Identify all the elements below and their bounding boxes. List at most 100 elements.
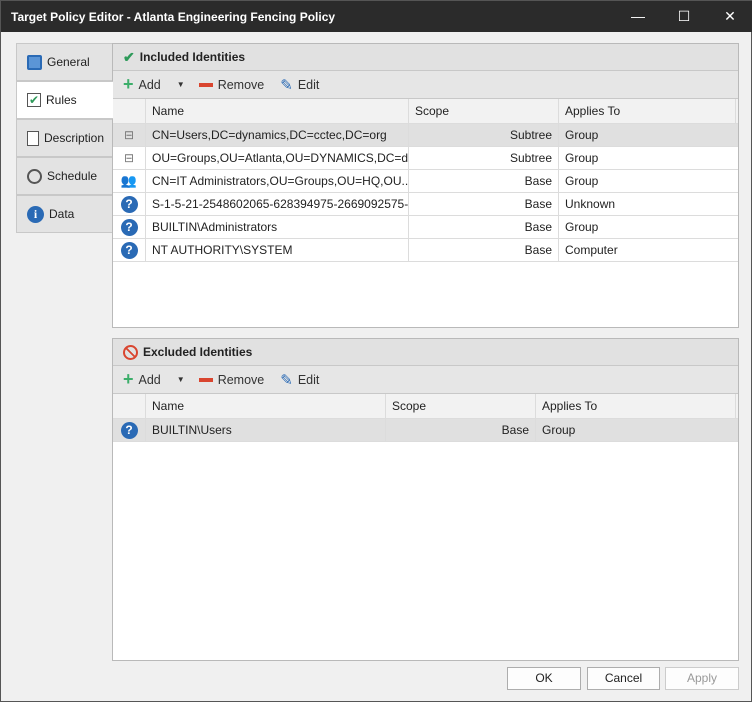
plus-icon: + <box>123 74 134 94</box>
tab-rules[interactable]: ✔ Rules <box>16 81 113 119</box>
scope-cell: Base <box>409 170 559 192</box>
column-header[interactable]: Name <box>146 99 409 123</box>
grid-header: Name Scope Applies To <box>113 394 738 419</box>
name-cell: CN=Users,DC=dynamics,DC=cctec,DC=org <box>146 124 409 146</box>
maximize-button[interactable]: ☐ <box>661 1 707 32</box>
column-header[interactable]: Scope <box>409 99 559 123</box>
plus-icon: + <box>123 369 134 389</box>
table-row[interactable]: ⊟ CN=Users,DC=dynamics,DC=cctec,DC=org S… <box>113 124 738 147</box>
included-identities-panel: ✔ Included Identities + Add ▼ Remove ✎ Edi… <box>112 43 739 328</box>
prohibited-icon <box>123 344 138 360</box>
name-cell: CN=IT Administrators,OU=Groups,OU=HQ,OU.… <box>146 170 409 192</box>
row-icon-cell: ? <box>113 216 146 238</box>
row-icon-cell: ? <box>113 419 146 441</box>
scope-cell: Base <box>409 216 559 238</box>
excluded-grid: Name Scope Applies To? BUILTIN\Users Base … <box>113 394 738 442</box>
cancel-button[interactable]: Cancel <box>587 667 660 690</box>
scope-cell: Base <box>386 419 536 441</box>
excluded-toolbar: + Add ▼ Remove ✎ Edit <box>113 366 738 394</box>
section-title: Excluded Identities <box>143 345 253 359</box>
tab-label: General <box>47 55 90 69</box>
grid-header: Name Scope Applies To <box>113 99 738 124</box>
scope-cell: Base <box>409 193 559 215</box>
remove-button[interactable]: Remove <box>198 77 265 92</box>
name-cell: S-1-5-21-2548602065-628394975-2669092575… <box>146 193 409 215</box>
document-icon <box>27 130 39 146</box>
tab-label: Description <box>44 131 105 145</box>
table-row[interactable]: ⊟ OU=Groups,OU=Atlanta,OU=DYNAMICS,DC=d.… <box>113 147 738 170</box>
table-row[interactable]: ? NT AUTHORITY\SYSTEM Base Computer <box>113 239 738 262</box>
question-icon: ? <box>120 241 138 259</box>
included-toolbar: + Add ▼ Remove ✎ Edit <box>113 71 738 99</box>
title-bar: Target Policy Editor - Atlanta Engineeri… <box>1 1 752 32</box>
table-row[interactable]: ? BUILTIN\Users Base Group <box>113 419 738 442</box>
applies-to-cell: Group <box>542 423 576 437</box>
excluded-identities-panel: Excluded Identities + Add ▼ Remove ✎ Edit … <box>112 338 739 661</box>
edit-label: Edit <box>297 77 320 92</box>
row-icon-cell: 👥 <box>113 170 146 192</box>
applies-to-cell: Computer <box>565 243 618 257</box>
edit-button[interactable]: ✎ Edit <box>280 371 319 389</box>
icon-column-header <box>113 99 146 123</box>
edit-button[interactable]: ✎ Edit <box>280 76 319 94</box>
included-header: ✔ Included Identities <box>113 44 738 71</box>
add-dropdown-icon[interactable]: ▼ <box>177 80 185 89</box>
row-icon-cell: ? <box>113 239 146 261</box>
tab-data[interactable]: i Data <box>16 195 113 233</box>
row-icon-cell: ⊟ <box>113 147 146 169</box>
tab-label: Data <box>49 207 75 221</box>
window-title: Target Policy Editor - Atlanta Engineeri… <box>11 10 336 24</box>
container-icon: ⊟ <box>123 128 135 142</box>
pencil-icon: ✎ <box>280 76 293 94</box>
icon-column-header <box>113 394 146 418</box>
scope-cell: Subtree <box>409 147 559 169</box>
table-row[interactable]: ? S-1-5-21-2548602065-628394975-26690925… <box>113 193 738 216</box>
add-button[interactable]: + Add <box>123 74 161 95</box>
column-header[interactable]: Applies To <box>559 99 736 123</box>
add-dropdown-icon[interactable]: ▼ <box>177 375 185 384</box>
question-icon: ? <box>120 218 138 236</box>
tab-label: Schedule <box>47 169 98 183</box>
remove-button[interactable]: Remove <box>198 372 265 387</box>
clock-icon <box>27 168 42 184</box>
question-icon: ? <box>120 195 138 213</box>
included-grid: Name Scope Applies To ⊟ CN=Users,DC=dynamic… <box>113 99 738 262</box>
table-row[interactable]: 👥 CN=IT Administrators,OU=Groups,OU=HQ,O… <box>113 170 738 193</box>
column-header[interactable]: Scope <box>386 394 536 418</box>
remove-label: Remove <box>217 77 265 92</box>
checkbox-icon: ✔ <box>27 93 41 107</box>
ok-button[interactable]: OK <box>507 667 581 690</box>
add-button[interactable]: + Add <box>123 369 161 390</box>
add-label: Add <box>138 77 161 92</box>
column-header[interactable]: Name <box>146 394 386 418</box>
tab-schedule[interactable]: Schedule <box>16 157 113 195</box>
close-button[interactable]: ✕ <box>707 1 752 32</box>
remove-label: Remove <box>217 372 265 387</box>
name-cell: OU=Groups,OU=Atlanta,OU=DYNAMICS,DC=d... <box>146 147 409 169</box>
column-header[interactable]: Applies To <box>536 394 736 418</box>
name-cell: BUILTIN\Users <box>146 419 386 441</box>
name-cell: BUILTIN\Administrators <box>146 216 409 238</box>
row-icon-cell: ? <box>113 193 146 215</box>
group-icon: 👥 <box>120 173 138 188</box>
applies-to-cell: Group <box>565 174 599 188</box>
minus-icon <box>198 82 213 87</box>
tab-general[interactable]: General <box>16 43 113 81</box>
table-row[interactable]: ? BUILTIN\Administrators Base Group <box>113 216 738 239</box>
scope-cell: Base <box>409 239 559 261</box>
applies-to-cell: Group <box>565 220 599 234</box>
tab-description[interactable]: Description <box>16 119 113 157</box>
apply-button[interactable]: Apply <box>665 667 739 690</box>
pencil-icon: ✎ <box>280 371 293 389</box>
applies-to-cell: Group <box>565 151 599 165</box>
minimize-button[interactable]: — <box>615 1 661 32</box>
edit-label: Edit <box>297 372 320 387</box>
row-icon-cell: ⊟ <box>113 124 146 146</box>
question-icon: ? <box>120 421 138 439</box>
minus-icon <box>198 377 213 382</box>
tab-label: Rules <box>46 93 77 107</box>
section-title: Included Identities <box>139 50 246 64</box>
checkmark-icon: ✔ <box>123 48 135 65</box>
container-icon: ⊟ <box>123 151 135 165</box>
info-icon: i <box>27 205 44 223</box>
